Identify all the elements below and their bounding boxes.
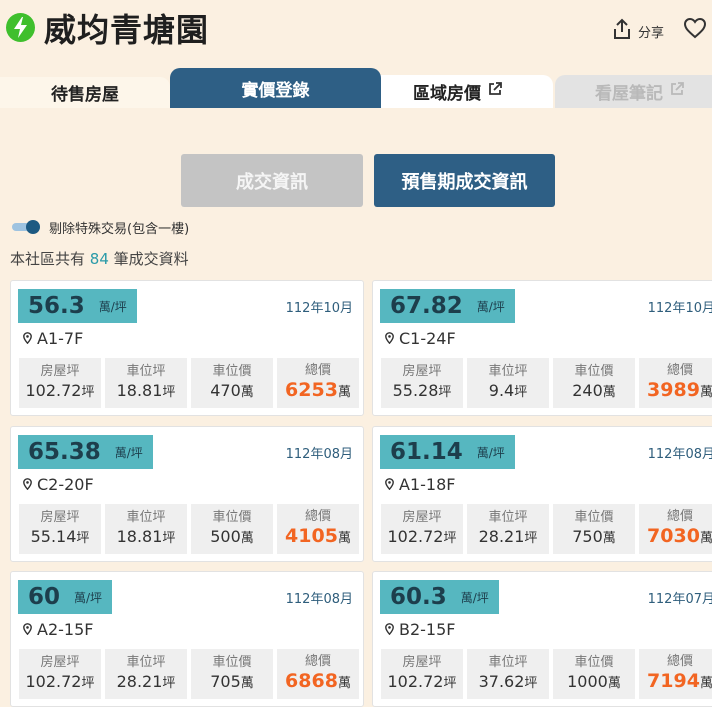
total-price-cell: 總價 4105萬	[277, 504, 359, 554]
unit-number: C2-20F	[37, 475, 94, 494]
transaction-date: 112年08月	[285, 592, 353, 607]
share-button[interactable]: 分享	[612, 18, 664, 44]
parking-price-cell: 車位價 500萬	[191, 504, 273, 554]
unit-number: A1-18F	[399, 475, 456, 494]
transaction-card[interactable]: 65.38 萬/坪 112年08月 C2-20F 房屋坪 55.14坪 車位坪 …	[10, 426, 364, 562]
external-link-icon	[669, 81, 685, 102]
transaction-date: 112年08月	[285, 447, 353, 462]
parking-area-cell: 車位坪 28.21坪	[467, 504, 549, 554]
tab-for-sale[interactable]: 待售房屋	[0, 77, 170, 108]
transaction-card[interactable]: 61.14 萬/坪 112年08月 A1-18F 房屋坪 102.72坪 車位坪…	[372, 426, 712, 562]
page-title: 威均青塘園	[44, 11, 210, 49]
total-price-cell: 總價 7194萬	[639, 649, 712, 699]
tab-actual-price[interactable]: 實價登錄	[170, 68, 381, 108]
unit-price-unit: 萬/坪	[114, 445, 143, 460]
lightning-icon	[6, 13, 35, 42]
parking-area-cell: 車位坪 18.81坪	[105, 358, 187, 408]
unit-number: A2-15F	[37, 620, 94, 639]
transaction-date: 112年08月	[647, 447, 712, 462]
unit-price-badge: 60.3 萬/坪	[380, 580, 499, 614]
house-area-cell: 房屋坪 102.72坪	[19, 649, 101, 699]
house-area-cell: 房屋坪 102.72坪	[19, 358, 101, 408]
parking-price-cell: 車位價 1000萬	[553, 649, 635, 699]
house-area-cell: 房屋坪 102.72坪	[381, 504, 463, 554]
total-price-cell: 總價 7030萬	[639, 504, 712, 554]
transaction-card[interactable]: 60 萬/坪 112年08月 A2-15F 房屋坪 102.72坪 車位坪 28…	[10, 571, 364, 707]
presale-transactions-button[interactable]: 預售期成交資訊	[374, 154, 555, 207]
location-pin-icon	[385, 329, 394, 348]
share-label: 分享	[638, 25, 665, 41]
unit-price: 67.82	[390, 293, 463, 319]
favorite-heart-icon[interactable]	[683, 17, 707, 43]
unit-price-unit: 萬/坪	[74, 590, 103, 605]
parking-price-cell: 車位價 470萬	[191, 358, 273, 408]
house-area-cell: 房屋坪 55.14坪	[19, 504, 101, 554]
total-price-cell: 總價 3989萬	[639, 358, 712, 408]
exclude-special-toggle[interactable]	[12, 220, 41, 234]
unit-price-badge: 56.3 萬/坪	[18, 289, 137, 323]
unit-price-unit: 萬/坪	[476, 445, 505, 460]
unit-number: A1-7F	[37, 329, 84, 348]
unit-price-unit: 萬/坪	[98, 299, 127, 314]
unit-price: 61.14	[390, 439, 463, 465]
tab-viewing-notes[interactable]: 看屋筆記	[555, 75, 712, 108]
total-price-cell: 總價 6868萬	[277, 649, 359, 699]
app-header: 威均青塘園 分享	[0, 0, 712, 62]
total-price-cell: 總價 6253萬	[277, 358, 359, 408]
location-pin-icon	[23, 329, 32, 348]
unit-price: 60	[28, 584, 61, 610]
unit-price-unit: 萬/坪	[460, 590, 489, 605]
location-pin-icon	[23, 620, 32, 639]
transaction-card[interactable]: 60.3 萬/坪 112年07月 B2-15F 房屋坪 102.72坪 車位坪 …	[372, 571, 712, 707]
transactions-button[interactable]: 成交資訊	[181, 154, 363, 207]
share-icon	[612, 18, 632, 44]
unit-price-badge: 67.82 萬/坪	[380, 289, 515, 323]
parking-price-cell: 車位價 705萬	[191, 649, 273, 699]
unit-price: 56.3	[28, 293, 85, 319]
transaction-card[interactable]: 67.82 萬/坪 112年10月 C1-24F 房屋坪 55.28坪 車位坪 …	[372, 280, 712, 416]
exclude-special-toggle-row: 剔除特殊交易(包含一樓)	[12, 218, 190, 237]
location-pin-icon	[385, 620, 394, 639]
parking-area-cell: 車位坪 18.81坪	[105, 504, 187, 554]
unit-price-badge: 65.38 萬/坪	[18, 435, 153, 469]
main-tabs: 待售房屋 區域房價 看屋筆記 實價登錄	[0, 68, 712, 108]
transaction-date: 112年10月	[647, 301, 712, 316]
unit-number: B2-15F	[399, 620, 456, 639]
unit-price-unit: 萬/坪	[476, 299, 505, 314]
unit-price: 65.38	[28, 439, 101, 465]
external-link-icon	[487, 81, 503, 102]
parking-area-cell: 車位坪 9.4坪	[467, 358, 549, 408]
unit-price-badge: 60 萬/坪	[18, 580, 113, 614]
location-pin-icon	[385, 475, 394, 494]
parking-area-cell: 車位坪 37.62坪	[467, 649, 549, 699]
transaction-date: 112年10月	[285, 301, 353, 316]
unit-number: C1-24F	[399, 329, 456, 348]
house-area-cell: 房屋坪 102.72坪	[381, 649, 463, 699]
record-count: 本社區共有 84 筆成交資料	[10, 250, 189, 268]
unit-price: 60.3	[390, 584, 447, 610]
toggle-label: 剔除特殊交易(包含一樓)	[49, 221, 190, 237]
house-area-cell: 房屋坪 55.28坪	[381, 358, 463, 408]
location-pin-icon	[23, 475, 32, 494]
parking-area-cell: 車位坪 28.21坪	[105, 649, 187, 699]
parking-price-cell: 車位價 750萬	[553, 504, 635, 554]
transaction-card[interactable]: 56.3 萬/坪 112年10月 A1-7F 房屋坪 102.72坪 車位坪 1…	[10, 280, 364, 416]
tab-area-price[interactable]: 區域房價	[363, 75, 553, 108]
parking-price-cell: 車位價 240萬	[553, 358, 635, 408]
transaction-date: 112年07月	[647, 592, 712, 607]
unit-price-badge: 61.14 萬/坪	[380, 435, 515, 469]
